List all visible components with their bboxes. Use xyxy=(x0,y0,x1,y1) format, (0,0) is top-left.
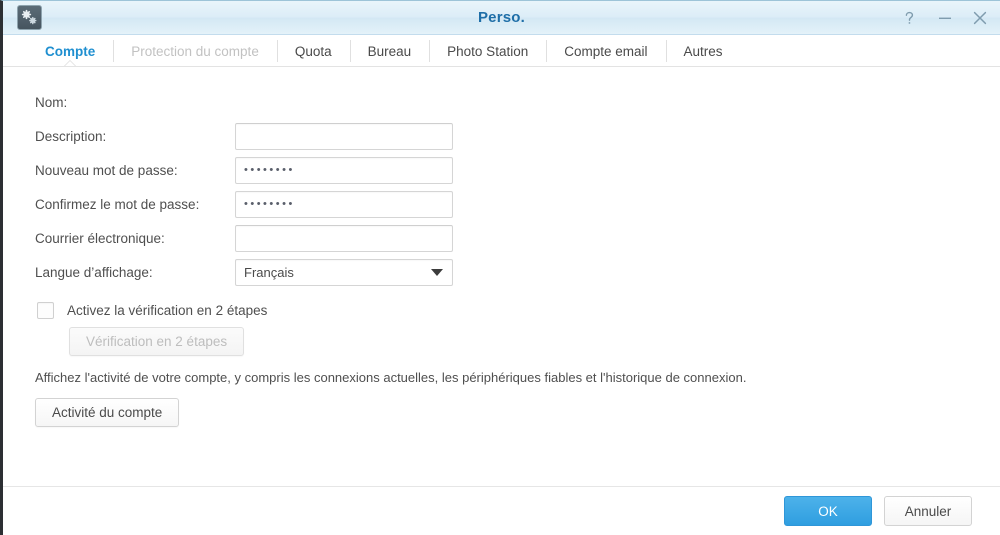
account-activity-description: Affichez l'activité de votre compte, y c… xyxy=(35,370,747,385)
description-input[interactable] xyxy=(235,122,453,150)
confirm-password-input[interactable]: •••••••• xyxy=(235,190,453,218)
account-activity-button-wrap: Activité du compte xyxy=(3,398,1000,427)
two-step-verification-button[interactable]: Vérification en 2 étapes xyxy=(69,327,245,356)
account-activity-button[interactable]: Activité du compte xyxy=(35,398,180,427)
window-title: Perso. xyxy=(477,9,526,26)
language-select[interactable]: Français xyxy=(235,258,453,286)
two-step-button-wrap: Vérification en 2 étapes xyxy=(3,327,1000,356)
close-icon[interactable] xyxy=(971,9,988,26)
tab-label: Protection du compte xyxy=(131,43,259,59)
cancel-button-label: Annuler xyxy=(904,503,952,519)
tab-label: Compte email xyxy=(564,43,648,59)
ok-button[interactable]: OK xyxy=(784,496,872,526)
language-selected-value: Français xyxy=(244,264,294,280)
tab-compte-email[interactable]: Compte email xyxy=(546,35,665,67)
minimize-icon[interactable] xyxy=(936,9,953,26)
new-password-masked-value: •••••••• xyxy=(244,164,295,176)
tab-bureau[interactable]: Bureau xyxy=(349,35,430,67)
ok-button-label: OK xyxy=(818,503,838,519)
confirm-password-masked-value: •••••••• xyxy=(244,198,295,210)
new-password-input[interactable]: •••••••• xyxy=(235,156,453,184)
tab-compte[interactable]: Compte xyxy=(27,35,113,68)
row-courrier-electronique: Courrier électronique: xyxy=(3,221,1000,255)
tab-autres[interactable]: Autres xyxy=(665,35,741,67)
tab-label: Autres xyxy=(683,43,723,59)
cancel-button[interactable]: Annuler xyxy=(884,496,972,526)
nom-label: Nom: xyxy=(35,94,68,110)
tab-label: Bureau xyxy=(367,43,412,59)
two-step-verification-button-label: Vérification en 2 étapes xyxy=(86,334,228,349)
tab-panel-compte: Nom: Description: Nouveau mot de passe: … xyxy=(3,67,1000,486)
account-activity-button-label: Activité du compte xyxy=(52,405,163,420)
tab-label: Photo Station xyxy=(447,43,529,59)
two-step-checkbox-row[interactable]: Activez la vérification en 2 étapes xyxy=(3,295,1000,325)
title-bar: Perso. xyxy=(3,1,1000,35)
row-confirmez-le-mot-de-passe: Confirmez le mot de passe: •••••••• xyxy=(3,187,1000,221)
tab-photo-station[interactable]: Photo Station xyxy=(429,35,546,67)
help-icon[interactable] xyxy=(901,9,918,26)
dialog-footer: OK Annuler xyxy=(3,486,1000,535)
two-step-checkbox[interactable] xyxy=(37,301,54,319)
chevron-down-icon xyxy=(431,269,443,276)
tab-bar: Compte Protection du compte Quota Bureau… xyxy=(3,35,1000,68)
tab-quota[interactable]: Quota xyxy=(276,35,350,67)
langue-affichage-label: Langue d’affichage: xyxy=(35,264,153,280)
row-nom: Nom: xyxy=(3,85,1000,119)
two-step-checkbox-label: Activez la vérification en 2 étapes xyxy=(67,302,268,318)
confirmez-le-mot-de-passe-label: Confirmez le mot de passe: xyxy=(35,196,200,212)
row-langue-affichage: Langue d’affichage: Français xyxy=(3,255,1000,289)
window-controls xyxy=(901,1,988,34)
row-description: Description: xyxy=(3,119,1000,153)
courrier-electronique-label: Courrier électronique: xyxy=(35,230,165,246)
tab-label: Quota xyxy=(294,43,332,59)
description-label: Description: xyxy=(35,128,107,144)
row-nouveau-mot-de-passe: Nouveau mot de passe: •••••••• xyxy=(3,153,1000,187)
dialog-window: Perso. Compte Protection du compte Quota… xyxy=(0,0,1000,535)
tab-protection-du-compte[interactable]: Protection du compte xyxy=(113,35,277,67)
nouveau-mot-de-passe-label: Nouveau mot de passe: xyxy=(35,162,178,178)
email-field[interactable] xyxy=(235,224,453,252)
tab-label: Compte xyxy=(45,43,96,59)
